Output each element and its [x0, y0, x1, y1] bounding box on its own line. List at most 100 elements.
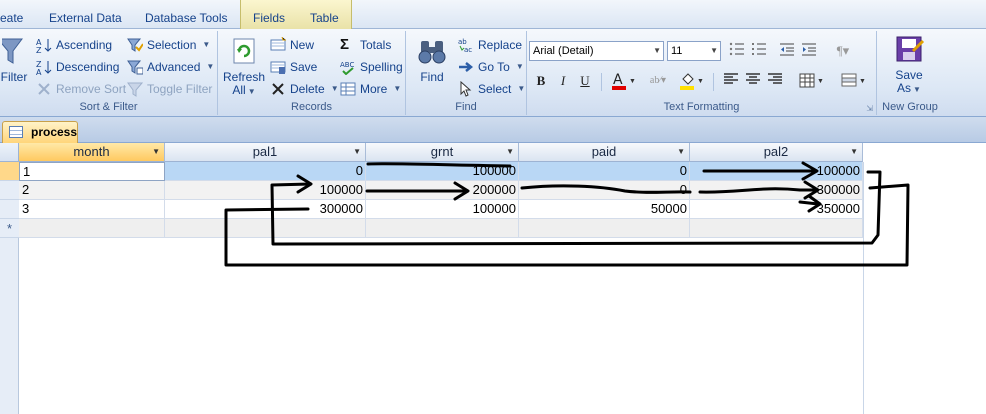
cell-paid[interactable]: 0 [519, 181, 690, 200]
more-button[interactable]: More ▼ [340, 79, 401, 99]
tab-database-tools[interactable]: Database Tools [136, 9, 237, 29]
new-record-selector[interactable]: * [0, 219, 19, 238]
document-tab-process[interactable]: process [2, 121, 78, 143]
find-button[interactable]: Find [414, 37, 450, 84]
new-record-cell[interactable] [19, 219, 165, 238]
align-right-icon[interactable] [765, 71, 785, 91]
save-label: Save [290, 60, 318, 74]
column-header-paid[interactable]: paid ▼ [519, 143, 690, 162]
chevron-down-icon[interactable]: ▼ [506, 143, 514, 161]
tab-table[interactable]: Table [301, 9, 348, 29]
cell-month[interactable]: 1 [19, 162, 165, 181]
totals-button[interactable]: Σ Totals [340, 35, 391, 55]
cell-month[interactable]: 3 [19, 200, 165, 219]
filter-button[interactable]: Filter [0, 37, 28, 84]
chevron-down-icon[interactable]: ▼ [677, 143, 685, 161]
cell-pal1[interactable]: 100000 [165, 181, 366, 200]
underline-button[interactable]: U [575, 71, 595, 91]
font-size-value: 11 [671, 45, 683, 57]
cell-paid[interactable]: 0 [519, 162, 690, 181]
svg-text:Z: Z [36, 46, 42, 53]
save-record-button[interactable]: Save [270, 57, 317, 77]
chevron-down-icon[interactable]: ▼ [850, 143, 858, 161]
italic-button[interactable]: I [553, 71, 573, 91]
new-record-cell[interactable] [366, 219, 519, 238]
delete-record-button[interactable]: Delete ▼ [270, 79, 339, 99]
save-as-button[interactable]: Save As ▼ [887, 35, 931, 96]
column-header-pal1[interactable]: pal1 ▼ [165, 143, 366, 162]
save-as-icon [893, 35, 925, 65]
new-record-cell[interactable] [519, 219, 690, 238]
record-selector[interactable] [0, 181, 19, 200]
bullet-list-icon[interactable] [749, 41, 769, 61]
text-formatting-group-label: Text Formatting [663, 101, 740, 113]
cell-pal1[interactable]: 0 [165, 162, 366, 181]
chevron-down-icon[interactable]: ▼ [353, 143, 361, 161]
tab-external-data[interactable]: External Data [40, 9, 131, 29]
spelling-label: Spelling [360, 60, 403, 74]
group-records: Refresh All ▼ New Save Delete ▼ Σ Totals… [218, 31, 406, 115]
access-window: eate External Data Database Tools Fields… [0, 0, 986, 414]
refresh-all-button[interactable]: Refresh All ▼ [222, 37, 266, 98]
align-left-icon[interactable] [721, 71, 741, 91]
numbered-list-icon[interactable] [727, 41, 747, 61]
remove-sort-button[interactable]: Remove Sort [36, 79, 126, 99]
cell-grnt[interactable]: 100000 [366, 162, 519, 181]
record-selector-current[interactable] [0, 162, 19, 181]
chevron-down-icon: ▼ [330, 84, 339, 93]
cell-pal2[interactable]: 300000 [690, 181, 863, 200]
cell-paid[interactable]: 50000 [519, 200, 690, 219]
align-center-icon[interactable] [743, 71, 763, 91]
advanced-filter-button[interactable]: Advanced ▼ [127, 57, 214, 77]
filter-label: Filter [0, 70, 28, 84]
toggle-filter-button[interactable]: Toggle Filter [127, 79, 212, 99]
select-all-corner[interactable] [0, 143, 19, 162]
replace-icon: ab ac [458, 37, 474, 54]
arrow-right-icon [458, 59, 474, 75]
new-record-button[interactable]: New [270, 35, 314, 55]
bold-button[interactable]: B [531, 71, 551, 91]
cell-pal2[interactable]: 100000 [690, 162, 863, 181]
svg-text:▼: ▼ [697, 77, 704, 85]
group-text-formatting: Arial (Detail) ▼ 11 ▼ ¶▾ B I U A ▼ ab⁄▾ … [527, 31, 877, 115]
cell-pal1[interactable]: 300000 [165, 200, 366, 219]
tab-fields[interactable]: Fields [244, 9, 294, 29]
new-record-cell[interactable] [165, 219, 366, 238]
font-color-button[interactable]: A ▼ [609, 71, 639, 91]
sort-ascending-button[interactable]: AZ Ascending [36, 35, 112, 55]
replace-button[interactable]: ab ac Replace [458, 35, 522, 55]
chevron-down-icon: ▼ [202, 40, 211, 49]
tab-create[interactable]: eate [0, 9, 32, 29]
gridlines-icon[interactable]: ▼ [797, 71, 827, 91]
alternate-row-color-icon[interactable]: ▼ [839, 71, 869, 91]
highlight-icon[interactable]: ab⁄▾ [643, 71, 673, 91]
chevron-down-icon[interactable]: ▼ [152, 143, 160, 161]
record-selector[interactable] [0, 200, 19, 219]
cell-grnt[interactable]: 200000 [366, 181, 519, 200]
cell-pal2[interactable]: 350000 [690, 200, 863, 219]
sort-descending-icon: ZA [36, 59, 52, 77]
dialog-launcher-icon[interactable]: ⇲ [866, 104, 873, 113]
cell-month[interactable]: 2 [19, 181, 165, 200]
new-record-icon [270, 36, 286, 53]
selection-button[interactable]: Selection ▼ [127, 35, 210, 55]
paragraph-direction-icon[interactable]: ¶▾ [833, 41, 853, 61]
fill-color-button[interactable]: ▼ [677, 71, 707, 91]
decrease-indent-icon[interactable] [777, 41, 797, 61]
column-header-grnt[interactable]: grnt ▼ [366, 143, 519, 162]
increase-indent-icon[interactable] [799, 41, 819, 61]
select-button[interactable]: Select ▼ [458, 79, 525, 99]
font-size-combo[interactable]: 11 ▼ [667, 41, 721, 61]
funnel-icon [0, 37, 26, 67]
column-header-pal2[interactable]: pal2 ▼ [690, 143, 863, 162]
select-label: Select [478, 82, 512, 96]
cell-grnt[interactable]: 100000 [366, 200, 519, 219]
font-name-combo[interactable]: Arial (Detail) ▼ [529, 41, 664, 61]
column-header-month[interactable]: month ▼ [19, 143, 165, 162]
new-record-cell[interactable] [690, 219, 863, 238]
refresh-all-label: All [232, 83, 246, 97]
sort-descending-button[interactable]: ZA Descending [36, 57, 119, 77]
chevron-down-icon: ▼ [247, 87, 256, 96]
go-to-button[interactable]: Go To ▼ [458, 57, 524, 77]
spelling-button[interactable]: ABC Spelling [340, 57, 403, 77]
